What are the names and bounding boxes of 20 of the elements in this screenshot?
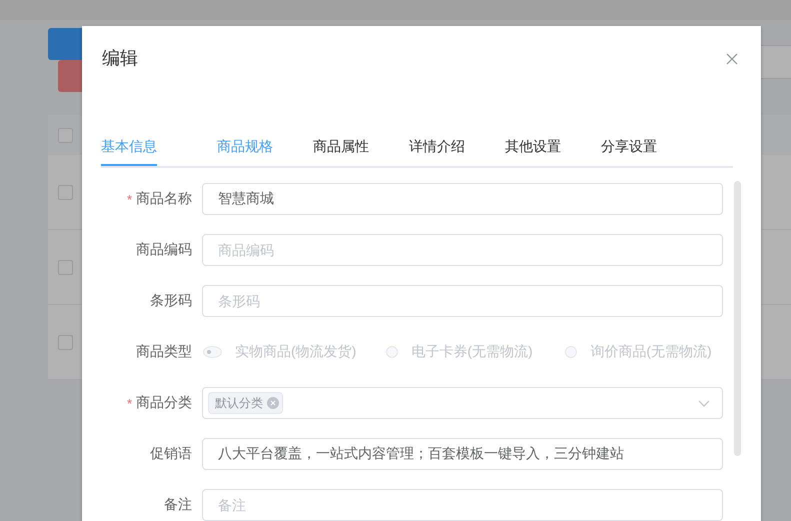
field-label: 商品编码 bbox=[136, 241, 192, 259]
input-field[interactable]: 备注 bbox=[202, 489, 723, 521]
field-label: 商品分类 bbox=[136, 394, 192, 412]
dialog-title: 编辑 bbox=[102, 47, 138, 70]
tab[interactable]: 分享设置 bbox=[581, 126, 677, 166]
category-tag: 默认分类 bbox=[208, 392, 283, 414]
required-mark: * bbox=[126, 396, 132, 410]
required-mark: * bbox=[126, 192, 132, 206]
field-label: 商品类型 bbox=[136, 343, 192, 361]
field-label: 备注 bbox=[164, 496, 192, 514]
input-field[interactable]: 条形码 bbox=[202, 285, 723, 317]
field-label: 商品名称 bbox=[136, 190, 192, 208]
input-field[interactable]: 智慧商城 bbox=[202, 183, 723, 215]
tab[interactable]: 其他设置 bbox=[485, 126, 581, 166]
field-label: 条形码 bbox=[150, 292, 192, 310]
field-label: 促销语 bbox=[150, 445, 192, 463]
tab[interactable]: 商品属性 bbox=[293, 126, 389, 166]
tab[interactable]: 详情介绍 bbox=[389, 126, 485, 166]
input-field[interactable]: 八大平台覆盖，一站式内容管理；百套模板一键导入，三分钟建站 bbox=[202, 438, 723, 470]
input-field[interactable]: 商品编码 bbox=[202, 234, 723, 266]
